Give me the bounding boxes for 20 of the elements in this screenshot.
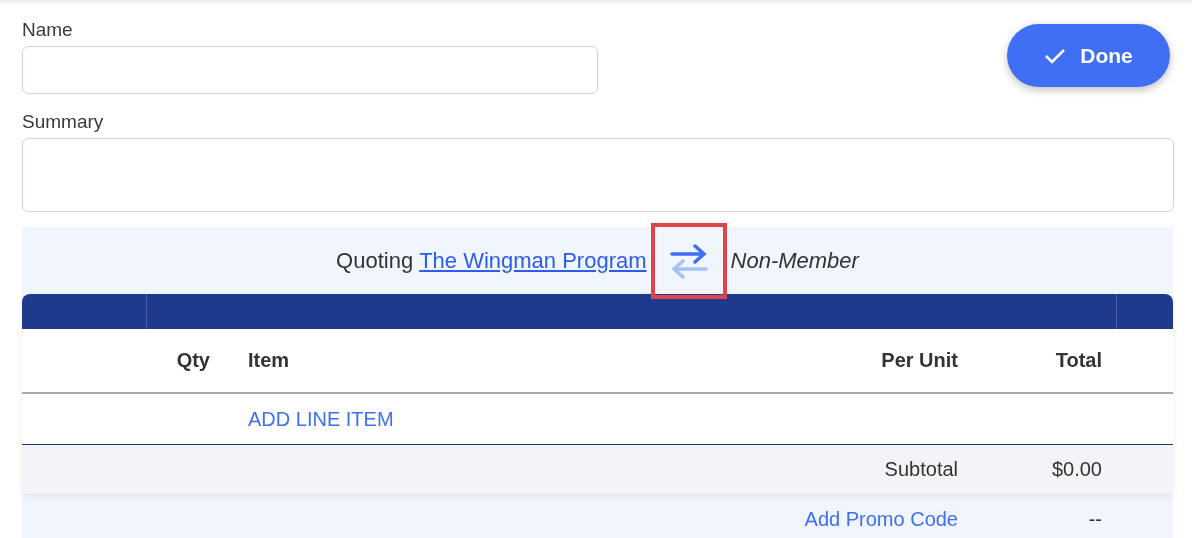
summary-field[interactable] — [22, 138, 1174, 212]
done-button[interactable]: Done — [1007, 24, 1170, 87]
promo-value: -- — [1087, 507, 1102, 531]
check-icon — [1044, 47, 1067, 64]
quoting-label: Quoting — [336, 247, 414, 274]
member-status: Non-Member — [730, 247, 859, 274]
add-line-item-link[interactable]: ADD LINE ITEM — [248, 407, 394, 431]
column-header: Qty — [175, 349, 210, 372]
swap-button[interactable] — [650, 222, 727, 299]
subtotal-label: Subtotal — [883, 458, 958, 481]
column-header: Per Unit — [880, 349, 958, 372]
add-promo-code-link[interactable]: Add Promo Code — [804, 507, 958, 531]
summary-label: Summary — [22, 110, 104, 134]
subtotal-value: $0.00 — [1050, 458, 1102, 481]
column-header: Item — [247, 349, 291, 372]
name-label: Name — [22, 18, 74, 42]
name-field[interactable] — [22, 46, 598, 94]
program-link[interactable]: The Wingman Program — [419, 247, 647, 274]
swap-arrows-icon — [668, 242, 709, 279]
column-header: Total — [1054, 349, 1102, 372]
